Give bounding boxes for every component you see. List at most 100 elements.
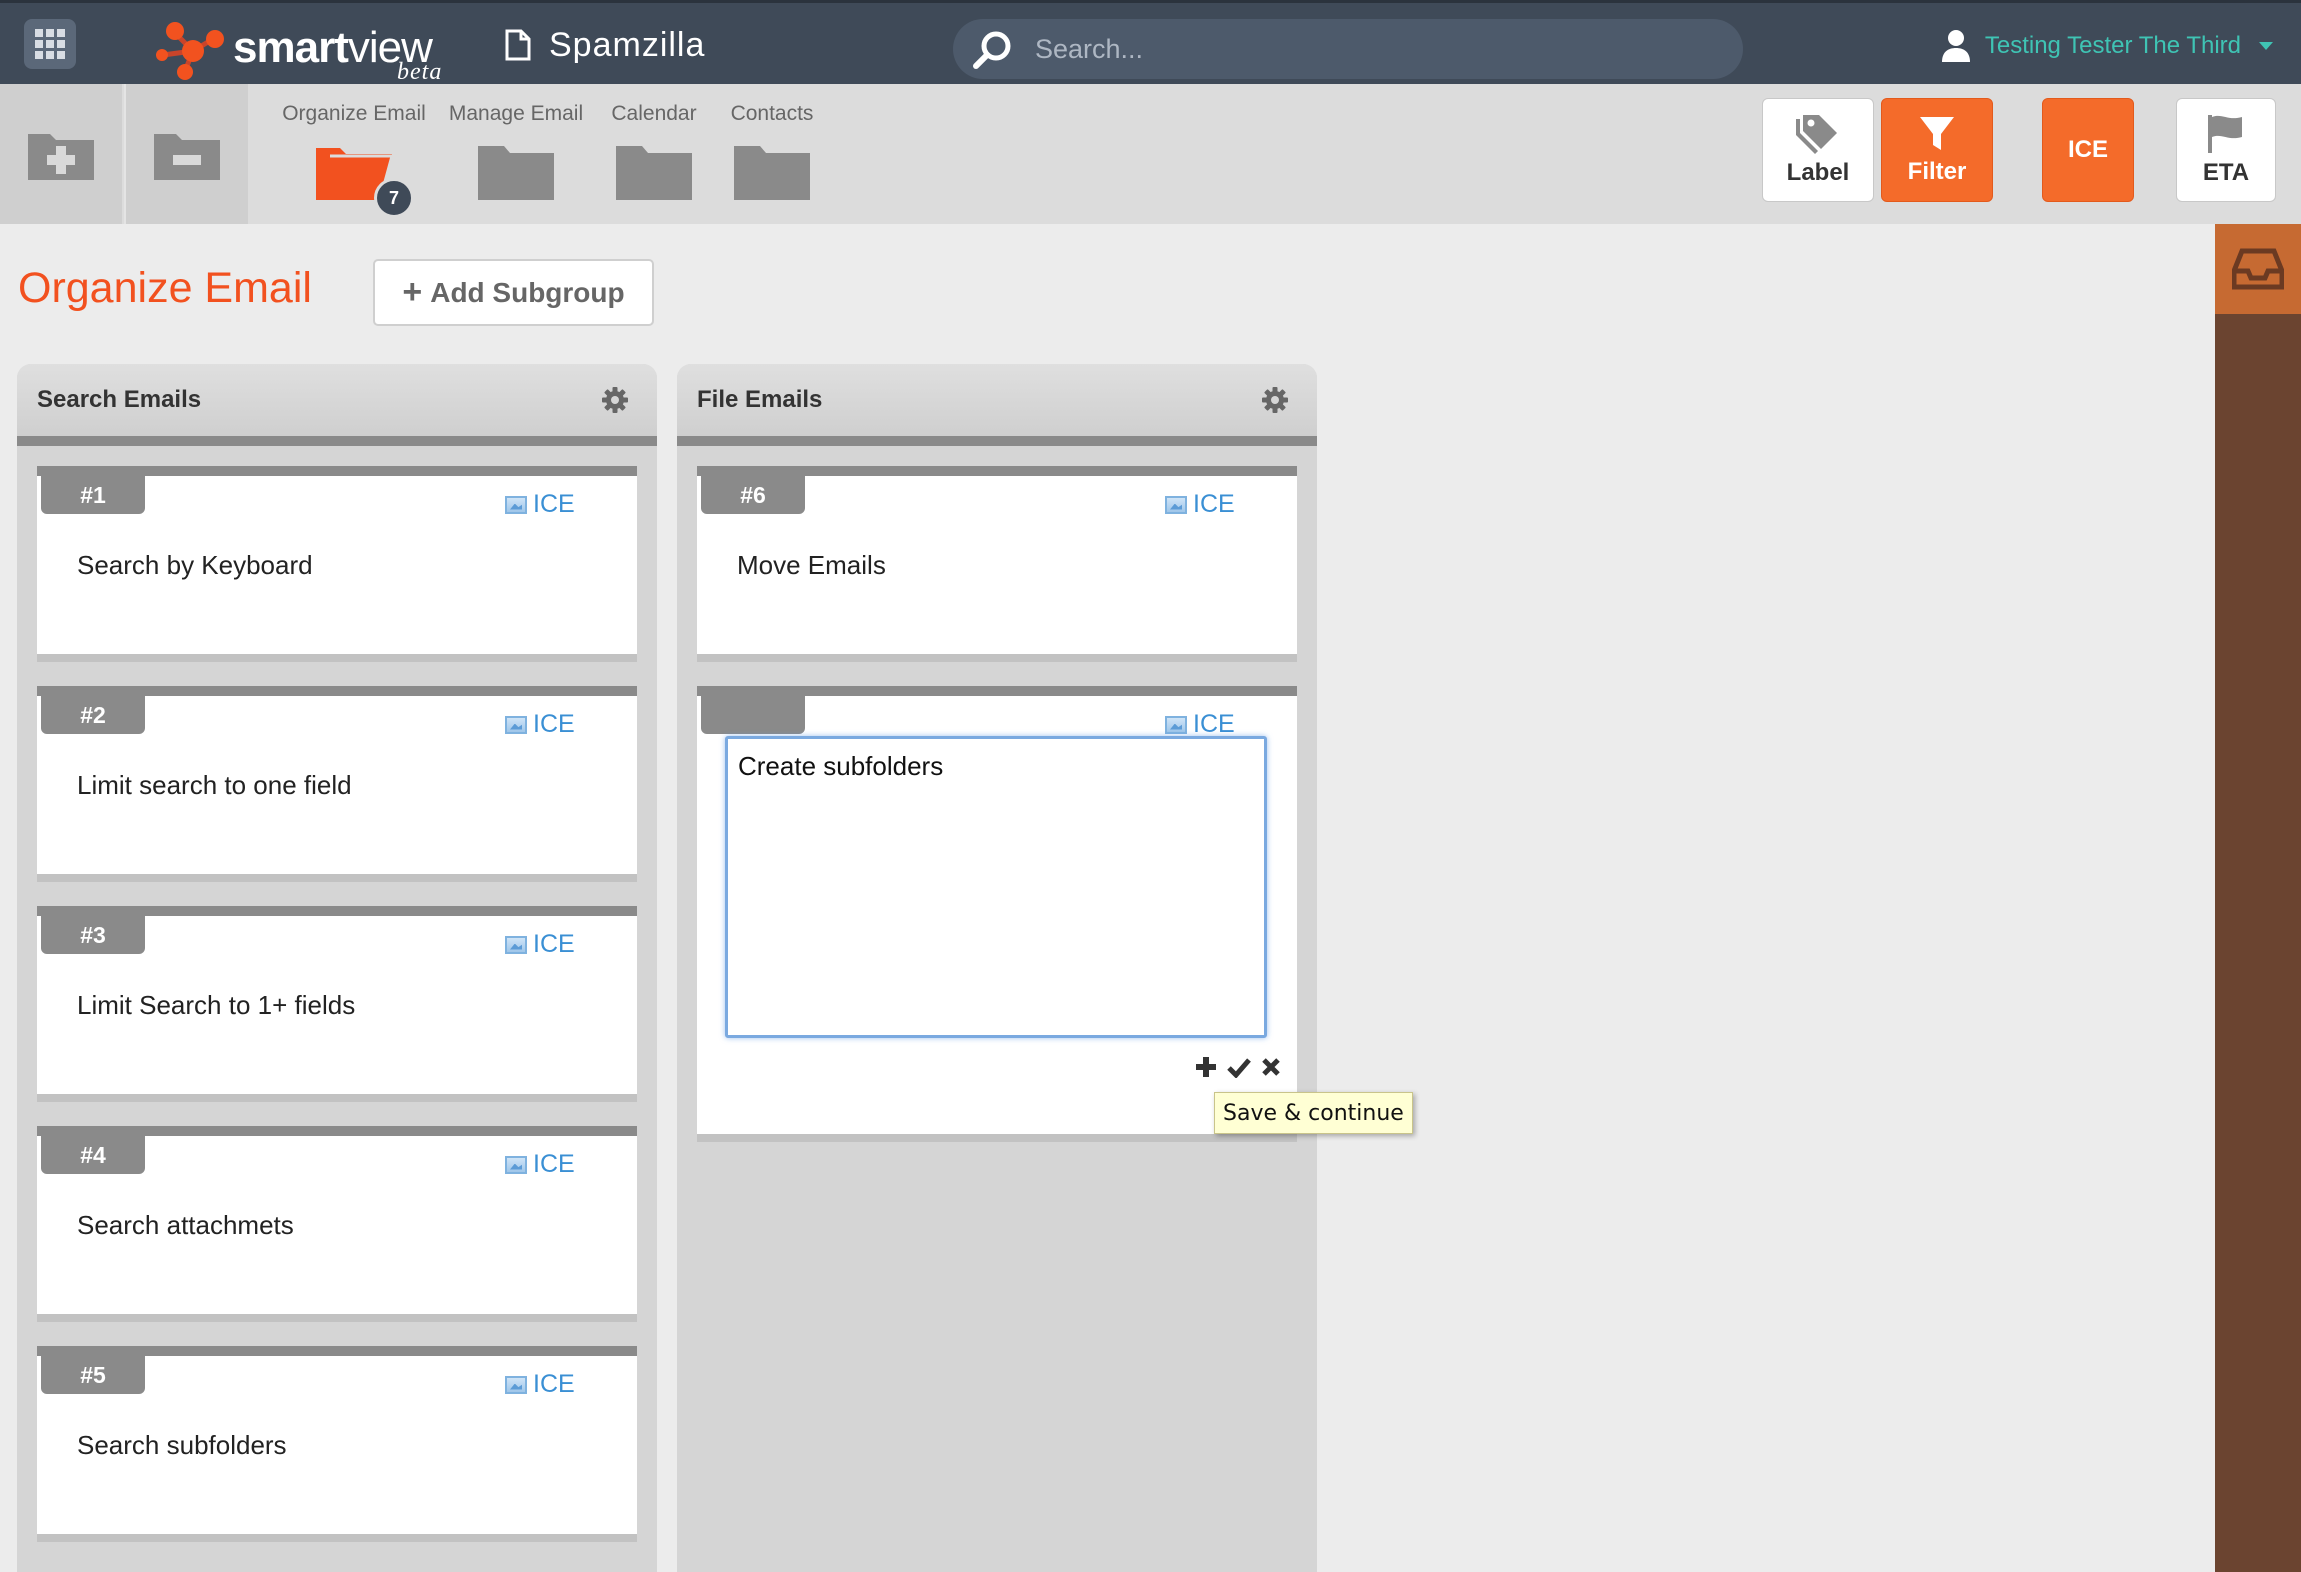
page-title: Organize Email <box>18 264 312 312</box>
image-icon <box>505 1375 527 1394</box>
search-bar <box>953 19 1743 79</box>
ice-link[interactable]: ICE <box>505 490 575 519</box>
image-icon <box>505 1155 527 1174</box>
column-file-emails: File Emails #6 ICE Move Emails ICE <box>677 364 1317 1572</box>
ice-link-text: ICE <box>1193 710 1235 738</box>
folder-minus-icon <box>154 134 220 180</box>
folder-icon <box>732 140 812 202</box>
ice-link[interactable]: ICE <box>505 1150 575 1179</box>
card-number-tag: #6 <box>701 476 805 514</box>
inbox-tray-icon <box>2232 248 2284 290</box>
caret-down-icon <box>2259 42 2273 50</box>
column-title: File Emails <box>697 386 823 413</box>
ice-link-text: ICE <box>1193 490 1235 518</box>
smartview-logo[interactable]: smartview beta <box>155 15 465 85</box>
card-number-tag: #4 <box>41 1136 145 1174</box>
ice-link[interactable]: ICE <box>505 930 575 959</box>
folder-manage-email[interactable]: Manage Email <box>446 84 586 224</box>
tags-icon <box>1796 115 1837 154</box>
task-card[interactable]: #1 ICE Search by Keyboard <box>37 466 637 662</box>
folder-calendar[interactable]: Calendar <box>604 84 704 224</box>
ice-link-text: ICE <box>533 710 575 738</box>
folder-label: Contacts <box>730 102 814 125</box>
image-icon <box>1165 715 1187 734</box>
eta-button[interactable]: ETA <box>2176 98 2276 202</box>
folder-label: Organize Email <box>282 102 426 125</box>
gear-icon[interactable] <box>1261 386 1289 414</box>
add-subgroup-button[interactable]: + Add Subgroup <box>373 259 654 326</box>
column-header: File Emails <box>677 364 1317 446</box>
ice-link[interactable]: ICE <box>1165 490 1235 519</box>
filter-button[interactable]: Filter <box>1881 98 1993 202</box>
filter-funnel-icon <box>1920 117 1954 150</box>
close-icon[interactable] <box>1261 1057 1281 1077</box>
task-card[interactable]: #6 ICE Move Emails <box>697 466 1297 662</box>
card-text: Limit Search to 1+ fields <box>77 990 356 1020</box>
card-text: Move Emails <box>737 550 886 580</box>
flag-icon <box>2208 115 2242 153</box>
ice-link-text: ICE <box>533 930 575 958</box>
card-number-tag <box>701 696 805 734</box>
image-icon <box>1165 495 1187 514</box>
save-continue-tooltip: Save & continue <box>1214 1092 1413 1134</box>
plus-icon: + <box>402 273 423 311</box>
ice-link[interactable]: ICE <box>1165 710 1235 739</box>
card-text-editor[interactable] <box>725 736 1267 1038</box>
plus-icon[interactable] <box>1195 1056 1217 1078</box>
card-number-tag: #3 <box>41 916 145 954</box>
task-card[interactable]: #3 ICE Limit Search to 1+ fields <box>37 906 637 1102</box>
user-menu[interactable]: Testing Tester The Third <box>1941 25 2273 67</box>
ice-link-text: ICE <box>533 490 575 518</box>
label-button-text: Label <box>1786 159 1850 186</box>
ice-link[interactable]: ICE <box>505 710 575 739</box>
brand-beta-tag: beta <box>397 59 443 85</box>
folder-label: Calendar <box>611 102 697 125</box>
task-card[interactable]: #5 ICE Search subfolders <box>37 1346 637 1542</box>
ice-link-text: ICE <box>533 1150 575 1178</box>
add-folder-button[interactable] <box>0 84 122 224</box>
image-icon <box>505 715 527 734</box>
column-title: Search Emails <box>37 386 202 413</box>
molecule-logo-icon <box>156 22 224 80</box>
remove-folder-button[interactable] <box>124 84 248 224</box>
folder-plus-icon <box>28 134 94 180</box>
task-card[interactable]: #2 ICE Limit search to one field <box>37 686 637 882</box>
card-text: Search by Keyboard <box>77 550 313 580</box>
apps-menu-button[interactable] <box>24 19 76 69</box>
folder-icon <box>476 140 556 202</box>
ice-button[interactable]: ICE <box>2042 98 2134 202</box>
image-icon <box>505 935 527 954</box>
search-icon[interactable] <box>971 29 1015 71</box>
toolbar: Organize Email 7 Manage Email Calendar C… <box>0 84 2301 224</box>
task-card[interactable]: #4 ICE Search attachmets <box>37 1126 637 1322</box>
open-folder-icon: 7 <box>314 140 414 218</box>
filter-button-text: Filter <box>1907 158 1967 185</box>
label-button[interactable]: Label <box>1762 98 1874 202</box>
project-selector[interactable]: Spamzilla <box>505 23 705 67</box>
card-number-tag: #5 <box>41 1356 145 1394</box>
folder-icon <box>614 140 694 202</box>
search-input[interactable] <box>1033 27 1717 71</box>
checkmark-icon[interactable] <box>1227 1056 1251 1078</box>
column-search-emails: Search Emails #1 ICE Search by Keyboard … <box>17 364 657 1572</box>
editor-actions <box>1195 1056 1281 1078</box>
column-header: Search Emails <box>17 364 657 446</box>
document-icon <box>505 29 531 61</box>
image-icon <box>505 495 527 514</box>
ice-link-text: ICE <box>533 1370 575 1398</box>
user-icon <box>1941 30 1970 62</box>
folder-label: Manage Email <box>448 102 584 125</box>
folder-contacts[interactable]: Contacts <box>722 84 822 224</box>
apps-grid-icon <box>35 29 65 59</box>
gear-icon[interactable] <box>601 386 629 414</box>
card-text: Limit search to one field <box>77 770 352 800</box>
folder-organize-email[interactable]: Organize Email 7 <box>278 84 430 224</box>
inbox-tray-button[interactable] <box>2215 224 2301 314</box>
new-task-card-editor: ICE <box>697 686 1297 1142</box>
card-number-tag: #1 <box>41 476 145 514</box>
ice-link[interactable]: ICE <box>505 1370 575 1399</box>
eta-button-text: ETA <box>2202 159 2250 186</box>
card-text: Search attachmets <box>77 1210 294 1240</box>
right-sidebar-rail <box>2215 224 2301 1572</box>
ice-button-text: ICE <box>2067 136 2108 163</box>
